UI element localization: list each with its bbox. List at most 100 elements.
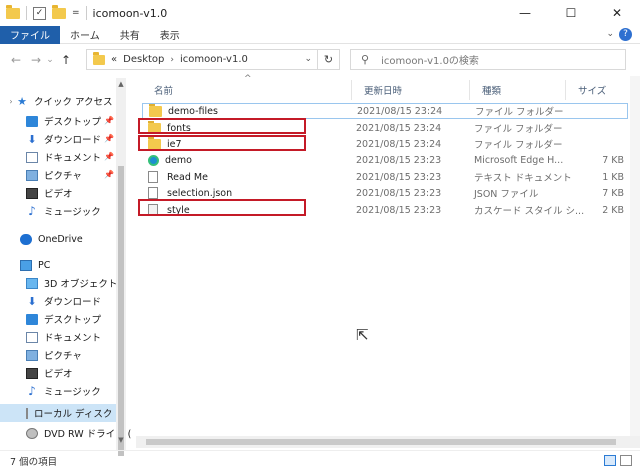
highlight-box <box>138 135 306 151</box>
edge-html-icon <box>148 154 159 166</box>
download-icon: ⬇ <box>27 132 37 146</box>
sidebar-item-label: デスクトップ <box>44 315 102 326</box>
scroll-down-icon[interactable]: ▼ <box>116 436 126 444</box>
status-bar: 7 個の項目 <box>0 450 640 470</box>
folder-icon <box>6 4 20 19</box>
file-row-demo[interactable]: demo 2021/08/15 23:23 Microsoft Edge H..… <box>142 152 628 168</box>
address-bar[interactable]: « Desktop › icomoon-v1.0 ⌄ ↻ <box>86 49 340 70</box>
tab-home[interactable]: ホーム <box>60 26 110 44</box>
ribbon-tabs: ファイル ホーム 共有 表示 ⌄ ? <box>0 25 640 44</box>
file-date: 2021/08/15 23:23 <box>356 187 442 199</box>
tab-view[interactable]: 表示 <box>150 26 190 44</box>
address-dropdown-button[interactable]: ⌄ <box>304 54 312 64</box>
details-view-icon[interactable] <box>604 455 616 466</box>
pin-icon: 📌 <box>104 170 114 179</box>
tab-file[interactable]: ファイル <box>0 25 60 44</box>
sidebar-item-label: ピクチャ <box>44 171 82 182</box>
column-header-name[interactable]: 名前 <box>142 80 352 100</box>
file-type: JSON ファイル <box>474 189 539 200</box>
sidebar-item-pc-downloads[interactable]: ⬇ ダウンロード <box>26 292 101 310</box>
file-date: 2021/08/15 23:24 <box>356 122 442 134</box>
sidebar-item-desktop[interactable]: デスクトップ <box>26 112 101 130</box>
breadcrumb-separator-icon[interactable]: › <box>170 55 174 65</box>
title-bar: ✓ = icomoon-v1.0 — ☐ ✕ <box>0 0 640 26</box>
file-row-readme[interactable]: Read Me 2021/08/15 23:23 テキスト ドキュメント 1 K… <box>142 169 628 185</box>
up-button[interactable]: ↑ <box>58 53 74 67</box>
file-size: 7 KB <box>602 187 624 199</box>
sidebar-item-pc-documents[interactable]: ドキュメント <box>26 328 101 346</box>
sidebar-item-pc-videos[interactable]: ビデオ <box>26 364 73 382</box>
expand-icon[interactable]: › <box>6 97 16 106</box>
sidebar-item-pc[interactable]: PC <box>20 256 50 274</box>
pin-icon: 📌 <box>104 152 114 161</box>
divider <box>85 6 87 20</box>
sidebar-item-3d-objects[interactable]: 3D オブジェクト <box>26 274 117 292</box>
documents-icon <box>26 331 38 343</box>
file-row-demo-files[interactable]: demo-files 2021/08/15 23:24 ファイル フォルダー <box>142 103 628 119</box>
ribbon-expand-button[interactable]: ⌄ <box>606 29 614 39</box>
sidebar-item-label: PC <box>38 259 51 271</box>
breadcrumb-desktop[interactable]: Desktop <box>123 54 164 65</box>
breadcrumb-current-folder[interactable]: icomoon-v1.0 <box>180 54 248 65</box>
sidebar-scrollbar[interactable]: ▲ ▼ <box>116 78 126 456</box>
sidebar-item-local-disk[interactable]: ローカル ディスク (C <box>0 404 126 422</box>
local-disk-icon <box>26 407 28 419</box>
breadcrumb-overflow[interactable]: « <box>111 54 117 65</box>
sidebar-item-label: 3D オブジェクト <box>44 279 118 290</box>
file-type: ファイル フォルダー <box>475 107 564 118</box>
sidebar-item-label: ダウンロード <box>44 297 102 308</box>
window-controls: — ☐ ✕ <box>502 0 640 26</box>
column-header-type[interactable]: 種類 <box>470 80 566 100</box>
refresh-button[interactable]: ↻ <box>317 50 339 69</box>
scrollbar-thumb[interactable] <box>146 439 616 445</box>
help-icon[interactable]: ? <box>619 28 632 41</box>
pin-icon: 📌 <box>104 134 114 143</box>
sidebar-item-documents[interactable]: ドキュメント <box>26 148 101 166</box>
sidebar-item-label: ドキュメント <box>44 333 102 344</box>
scrollbar-thumb[interactable] <box>118 166 124 456</box>
tab-share[interactable]: 共有 <box>110 26 150 44</box>
close-button[interactable]: ✕ <box>594 0 640 26</box>
file-size: 2 KB <box>602 204 624 216</box>
desktop-icon <box>26 115 38 127</box>
scroll-up-icon[interactable]: ▲ <box>116 80 126 88</box>
download-icon: ⬇ <box>27 294 37 308</box>
sidebar-item-quick-access[interactable]: › ★ クイック アクセス <box>6 92 113 110</box>
search-input[interactable]: icomoon-v1.0の検索 <box>381 52 479 67</box>
back-button[interactable]: ← <box>8 53 24 67</box>
videos-icon <box>26 367 38 379</box>
content-scrollbar[interactable] <box>630 76 640 436</box>
search-box[interactable]: ⚲ icomoon-v1.0の検索 <box>350 49 626 70</box>
maximize-button[interactable]: ☐ <box>548 0 594 26</box>
sidebar-item-label: ビデオ <box>44 369 73 380</box>
navigation-pane: › ★ クイック アクセス デスクトップ 📌 ⬇ ダウンロード 📌 ドキュメント… <box>0 78 131 450</box>
sidebar-item-music[interactable]: ♪ ミュージック <box>26 202 101 220</box>
folder-icon <box>93 51 105 65</box>
folder-icon <box>149 103 162 117</box>
new-folder-icon[interactable] <box>52 4 66 19</box>
minimize-button[interactable]: — <box>502 0 548 26</box>
sidebar-item-pictures[interactable]: ピクチャ <box>26 166 82 184</box>
videos-icon <box>26 187 38 199</box>
horizontal-scrollbar[interactable] <box>136 436 640 448</box>
forward-button[interactable]: → <box>28 53 44 67</box>
qat-customize-button[interactable]: = <box>72 8 80 18</box>
sidebar-item-label: クイック アクセス <box>34 97 113 108</box>
column-header-date[interactable]: 更新日時 <box>352 80 470 100</box>
sidebar-item-videos[interactable]: ビデオ <box>26 184 73 202</box>
sidebar-item-pc-desktop[interactable]: デスクトップ <box>26 310 101 328</box>
sidebar-item-label: ピクチャ <box>44 351 82 362</box>
file-list: ^ 名前 更新日時 種類 サイズ demo-files 2021/08/15 2… <box>134 74 640 450</box>
column-header-size[interactable]: サイズ <box>566 80 628 100</box>
file-type: カスケード スタイル シ... <box>474 206 585 217</box>
sidebar-item-downloads[interactable]: ⬇ ダウンロード <box>26 130 101 148</box>
sidebar-item-onedrive[interactable]: OneDrive <box>20 230 83 248</box>
recent-locations-button[interactable]: ⌄ <box>44 55 56 65</box>
sidebar-item-pc-music[interactable]: ♪ ミュージック <box>26 382 101 400</box>
sidebar-item-pc-pictures[interactable]: ピクチャ <box>26 346 82 364</box>
divider <box>26 6 27 20</box>
large-icons-view-icon[interactable] <box>620 455 632 466</box>
file-type: ファイル フォルダー <box>474 140 563 151</box>
file-type: Microsoft Edge H... <box>474 154 564 166</box>
properties-icon[interactable]: ✓ <box>33 6 46 20</box>
